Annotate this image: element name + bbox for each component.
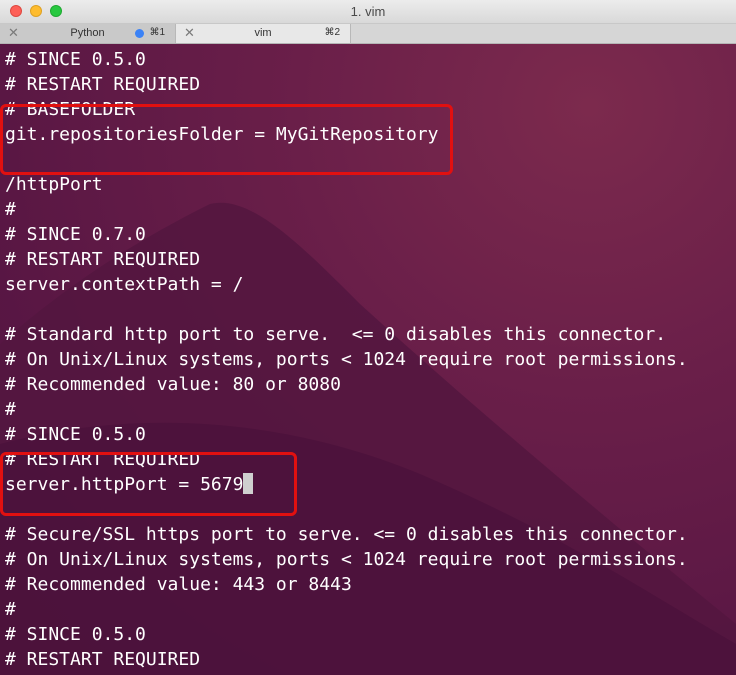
terminal-content[interactable]: # SINCE 0.5.0 # RESTART REQUIRED # BASEF… (0, 44, 736, 675)
tab-shortcut: ⌘1 (149, 27, 165, 38)
code-line: # RESTART REQUIRED (5, 649, 201, 670)
tab-python[interactable]: ✕ Python ⌘1 (0, 24, 176, 43)
activity-dot-icon (135, 29, 144, 38)
annotation-box-basefolder (0, 104, 453, 175)
window-title: 1. vim (350, 4, 386, 19)
code-line: # Secure/SSL https port to serve. <= 0 d… (5, 524, 688, 545)
tab-shortcut: ⌘2 (324, 27, 340, 38)
tab-bar: ✕ Python ⌘1 ✕ vim ⌘2 (0, 24, 736, 44)
code-line: # RESTART REQUIRED (5, 249, 201, 270)
code-line: # (5, 399, 16, 420)
code-line: # Recommended value: 443 or 8443 (5, 574, 352, 595)
code-line: /httpPort (5, 174, 103, 195)
code-line: # SINCE 0.7.0 (5, 224, 146, 245)
code-line: # SINCE 0.5.0 (5, 49, 146, 70)
code-line: # SINCE 0.5.0 (5, 424, 146, 445)
terminal-window: 1. vim ✕ Python ⌘1 ✕ vim ⌘2 # SINCE 0.5.… (0, 0, 736, 675)
code-line: server.contextPath = / (5, 274, 244, 295)
annotation-box-httpport (0, 452, 297, 516)
code-line: # RESTART REQUIRED (5, 74, 201, 95)
code-line: # (5, 599, 16, 620)
tab-vim[interactable]: ✕ vim ⌘2 (176, 24, 351, 43)
code-line: # Recommended value: 80 or 8080 (5, 374, 341, 395)
code-line: # SINCE 0.5.0 (5, 624, 146, 645)
code-line: # On Unix/Linux systems, ports < 1024 re… (5, 549, 688, 570)
code-line: # Standard http port to serve. <= 0 disa… (5, 324, 667, 345)
title-bar[interactable]: 1. vim (0, 0, 736, 24)
code-line: # (5, 199, 16, 220)
code-line: # On Unix/Linux systems, ports < 1024 re… (5, 349, 688, 370)
